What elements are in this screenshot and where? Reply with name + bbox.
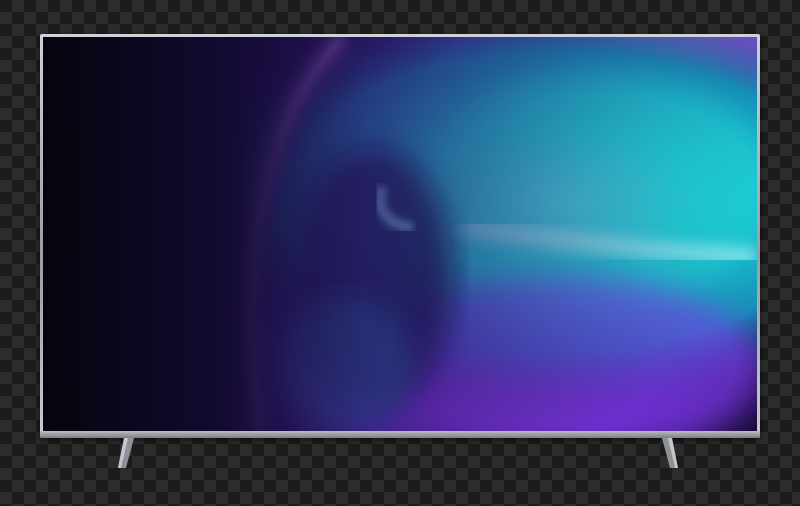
tv-bezel [40, 34, 760, 438]
tv-stand-left-foot [118, 438, 134, 468]
abstract-wallpaper [43, 37, 757, 431]
tv-bottom-bezel [40, 431, 760, 438]
tv-screen [43, 37, 757, 431]
tv-stand-right-foot [662, 438, 678, 468]
television [40, 34, 760, 468]
